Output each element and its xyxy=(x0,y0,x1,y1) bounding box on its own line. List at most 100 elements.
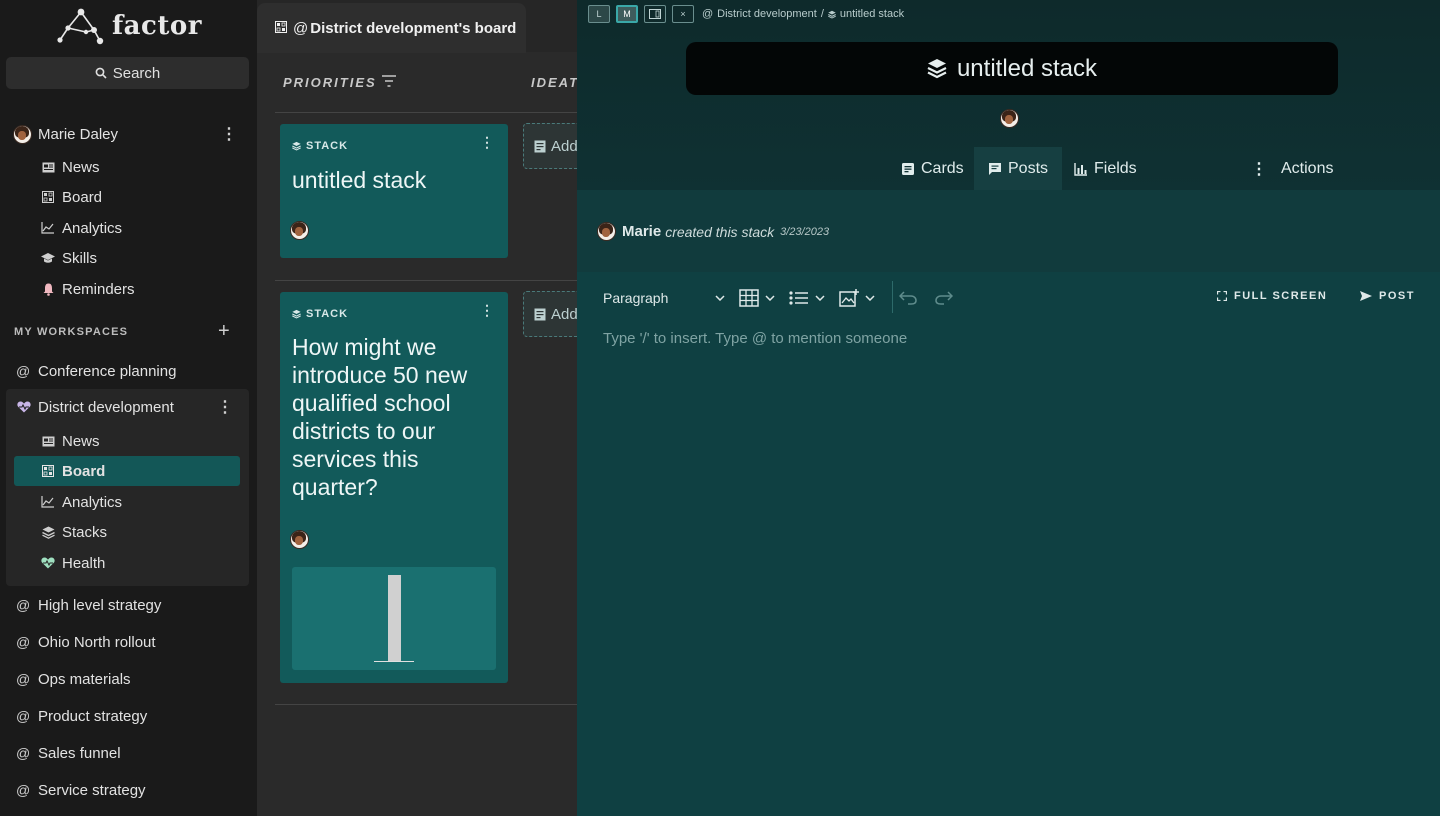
workspace-item[interactable]: @ Conference planning xyxy=(0,356,257,386)
sidebar-item-board[interactable]: Board xyxy=(0,182,257,212)
activity-date: 3/23/2023 xyxy=(780,225,830,238)
avatar[interactable] xyxy=(1000,109,1019,128)
sidebar-item-label: Stacks xyxy=(62,523,108,541)
sidebar-item-label: Health xyxy=(62,554,106,572)
sidebar-item-label: Analytics xyxy=(62,493,123,511)
workspace-label: Product strategy xyxy=(38,707,148,725)
bullet-list-icon xyxy=(789,291,808,305)
workspace-item[interactable]: @ Ops materials xyxy=(0,664,257,694)
workspace-item[interactable]: @ Sales funnel xyxy=(0,738,257,768)
list-button[interactable] xyxy=(789,291,825,305)
sidebar-item-news[interactable]: News xyxy=(0,152,257,182)
insert-image-button[interactable] xyxy=(839,289,875,307)
toolbar-divider xyxy=(892,281,893,313)
add-card-button[interactable]: Add xyxy=(523,123,583,169)
add-card-button[interactable]: Add xyxy=(523,291,583,337)
workspace-item[interactable]: @ Service strategy xyxy=(0,775,257,805)
analytics-chart-icon xyxy=(40,220,56,236)
workspace-label: Sales funnel xyxy=(38,744,121,762)
heart-pulse-icon xyxy=(40,555,56,571)
card-title-line: services this xyxy=(292,446,419,472)
card-title-line: qualified school xyxy=(292,390,451,416)
stack-card[interactable]: STACK ⋮ How might we introduce 50 new qu… xyxy=(280,292,508,683)
close-panel-button[interactable]: × xyxy=(672,5,694,23)
tab-label: Cards xyxy=(921,159,964,177)
workspace-item-district-development[interactable]: District development ⋮ xyxy=(0,392,257,422)
size-medium-button[interactable]: M xyxy=(616,5,638,23)
size-split-button[interactable] xyxy=(644,5,666,23)
breadcrumb: @ District development / untitled stack xyxy=(702,8,904,20)
sidebar-item-news[interactable]: News xyxy=(0,426,257,456)
undo-button[interactable] xyxy=(899,291,917,305)
filter-icon[interactable] xyxy=(381,74,397,88)
insert-table-button[interactable] xyxy=(739,289,775,307)
add-label: Add xyxy=(551,305,578,323)
workspace-item[interactable]: @ Ohio North rollout xyxy=(0,627,257,657)
activity-action: created this stack xyxy=(665,223,775,240)
user-more-icon[interactable]: ⋮ xyxy=(221,124,237,144)
expand-icon xyxy=(1217,291,1227,301)
sidebar-item-stacks[interactable]: Stacks xyxy=(0,517,257,547)
activity-user[interactable]: Marie xyxy=(622,223,661,240)
stack-icon xyxy=(292,309,301,319)
block-type-select[interactable]: Paragraph xyxy=(603,290,725,306)
card-tag-label: STACK xyxy=(306,140,349,152)
table-icon xyxy=(739,289,759,307)
chevron-down-icon xyxy=(865,295,875,301)
add-workspace-icon[interactable]: + xyxy=(218,321,230,341)
panel-size-controls: L M × xyxy=(588,5,694,23)
sidebar-item-reminders[interactable]: Reminders xyxy=(0,274,257,304)
post-button[interactable]: POST xyxy=(1360,290,1415,302)
row-divider xyxy=(275,112,577,113)
send-icon xyxy=(1360,291,1372,301)
actions-menu-button[interactable]: ⋮ Actions xyxy=(1251,147,1333,190)
tab-fields[interactable]: Fields xyxy=(1074,147,1137,190)
breadcrumb-workspace[interactable]: District development xyxy=(717,8,817,20)
sidebar-item-skills[interactable]: Skills xyxy=(0,243,257,273)
card-title-line: districts to our xyxy=(292,418,436,444)
sidebar-item-analytics[interactable]: Analytics xyxy=(0,213,257,243)
redo-button[interactable] xyxy=(935,291,953,305)
sidebar-item-analytics[interactable]: Analytics xyxy=(0,487,257,517)
bell-icon xyxy=(40,281,56,297)
at-icon: @ xyxy=(16,597,31,613)
workspace-item[interactable]: @ Product strategy xyxy=(0,701,257,731)
sidebar-item-health[interactable]: Health xyxy=(0,548,257,578)
workspace-more-icon[interactable]: ⋮ xyxy=(217,397,233,417)
avatar xyxy=(597,222,616,241)
board-grid-icon xyxy=(40,189,56,205)
add-note-icon xyxy=(534,308,546,320)
block-type-label: Paragraph xyxy=(603,290,669,306)
app-logo[interactable]: factor xyxy=(56,6,202,46)
editor-toolbar: Paragraph xyxy=(603,286,953,310)
full-screen-button[interactable]: FULL SCREEN xyxy=(1217,290,1327,302)
workspace-label: Conference planning xyxy=(38,362,177,380)
at-icon: @ xyxy=(293,19,309,37)
at-icon: @ xyxy=(16,634,31,650)
at-icon: @ xyxy=(16,671,31,687)
stack-title-field[interactable]: untitled stack xyxy=(686,42,1338,95)
card-more-icon[interactable]: ⋮ xyxy=(480,302,494,319)
workspace-item[interactable]: @ High level strategy xyxy=(0,590,257,620)
sidebar-user[interactable]: Marie Daley ⋮ xyxy=(0,119,257,149)
chevron-down-icon xyxy=(815,295,825,301)
sidebar-item-board[interactable]: Board xyxy=(0,456,257,486)
breadcrumb-item[interactable]: untitled stack xyxy=(840,8,904,20)
add-label: Add xyxy=(551,137,578,155)
chart-axis xyxy=(374,661,414,662)
stack-card[interactable]: STACK ⋮ untitled stack xyxy=(280,124,508,258)
workspace-label: Ohio North rollout xyxy=(38,633,156,651)
editor-input[interactable]: Type '/' to insert. Type @ to mention so… xyxy=(603,330,907,347)
board-tab[interactable]: @ District development's board xyxy=(257,3,526,53)
undo-icon xyxy=(899,291,917,305)
board-grid-icon xyxy=(40,463,56,479)
card-more-icon[interactable]: ⋮ xyxy=(480,134,494,151)
card-title: How might we introduce 50 new qualified … xyxy=(292,333,467,501)
search-button[interactable]: Search xyxy=(6,57,249,89)
tab-cards[interactable]: Cards xyxy=(901,147,964,190)
avatar xyxy=(13,124,32,144)
size-large-button[interactable]: L xyxy=(588,5,610,23)
card-title-line: quarter? xyxy=(292,474,378,500)
tab-label: Fields xyxy=(1094,159,1137,177)
tab-posts[interactable]: Posts xyxy=(974,147,1063,190)
